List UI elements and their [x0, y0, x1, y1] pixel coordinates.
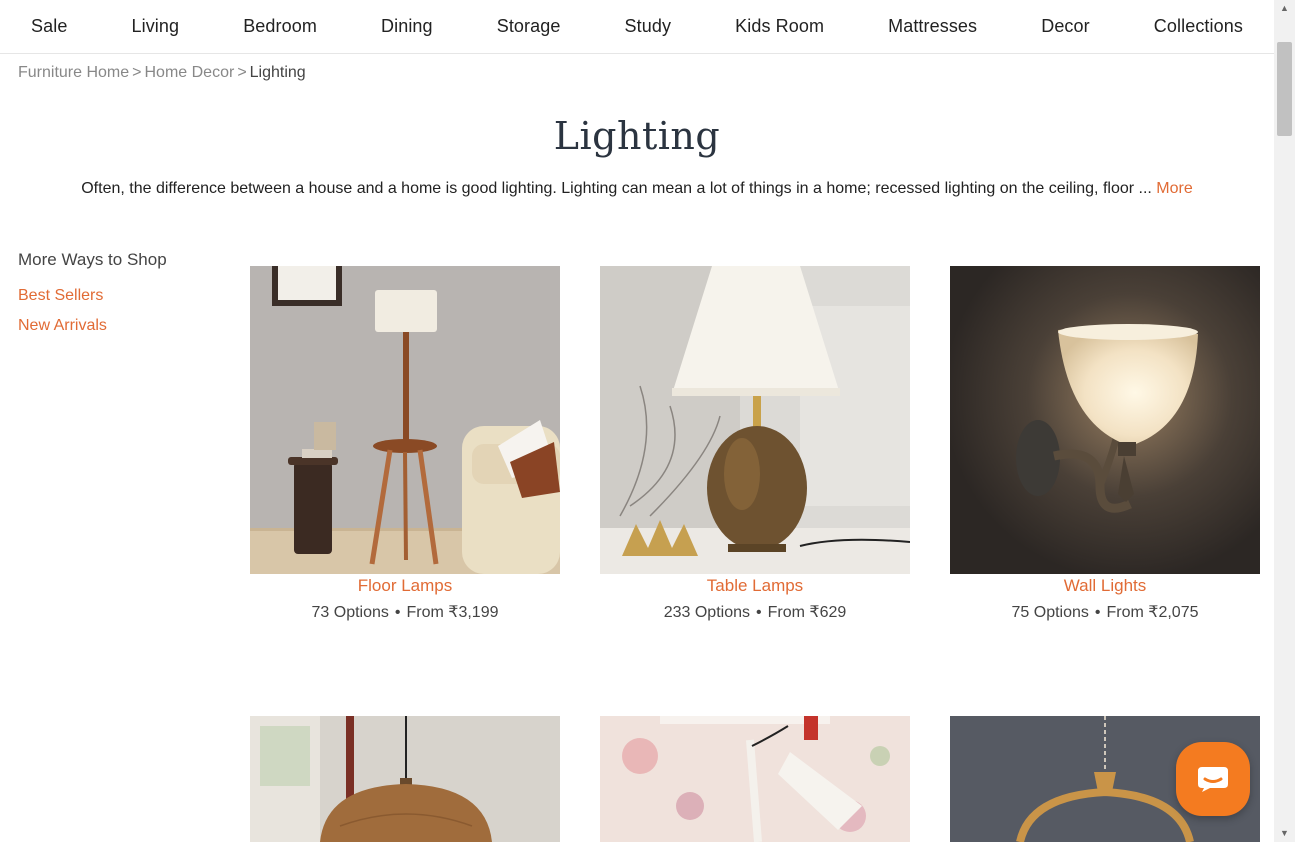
product-name[interactable]: Table Lamps	[600, 576, 910, 596]
product-card-table-lamps[interactable]: Table Lamps 233 Options • From ₹629	[600, 266, 910, 622]
description-text: Often, the difference between a house an…	[81, 180, 1157, 197]
product-name[interactable]: Wall Lights	[950, 576, 1260, 596]
product-meta: 73 Options • From ₹3,199	[250, 602, 560, 622]
page-description: Often, the difference between a house an…	[0, 180, 1274, 198]
product-price: From ₹629	[767, 604, 847, 621]
study-lamp-image[interactable]	[600, 716, 910, 842]
pendant-lamp-image[interactable]	[250, 716, 560, 842]
more-link[interactable]: More	[1156, 180, 1192, 197]
nav-item-study[interactable]: Study	[625, 16, 672, 37]
sidebar-heading: More Ways to Shop	[18, 250, 167, 269]
table-lamp-image[interactable]	[600, 266, 910, 574]
meta-dot: •	[394, 604, 401, 621]
meta-dot: •	[1094, 604, 1101, 621]
nav-item-kids-room[interactable]: Kids Room	[735, 16, 824, 37]
product-meta: 233 Options • From ₹629	[600, 602, 910, 622]
product-card-floor-lamps[interactable]: Floor Lamps 73 Options • From ₹3,199	[250, 266, 560, 622]
product-options: 75 Options	[1011, 604, 1089, 621]
chat-bubble-icon	[1198, 767, 1228, 792]
meta-dot: •	[756, 604, 762, 621]
product-name[interactable]: Floor Lamps	[250, 576, 560, 596]
floor-lamp-image[interactable]	[250, 266, 560, 574]
nav-item-living[interactable]: Living	[132, 16, 180, 37]
breadcrumb-home-decor[interactable]: Home Decor	[145, 64, 235, 81]
arrow-up-icon[interactable]: ▲	[1274, 0, 1295, 17]
page-title: Lighting	[553, 114, 721, 158]
nav-item-mattresses[interactable]: Mattresses	[888, 16, 977, 37]
product-price: From ₹3,199	[406, 604, 499, 621]
breadcrumb-separator: >	[237, 64, 247, 81]
product-meta: 75 Options • From ₹2,075	[950, 602, 1260, 622]
nav-item-bedroom[interactable]: Bedroom	[243, 16, 317, 37]
nav-item-decor[interactable]: Decor	[1041, 16, 1090, 37]
vertical-scrollbar[interactable]: ▲ ▼	[1274, 0, 1295, 842]
nav-item-storage[interactable]: Storage	[497, 16, 561, 37]
arrow-down-icon[interactable]: ▼	[1274, 825, 1295, 842]
product-card-wall-lights[interactable]: Wall Lights 75 Options • From ₹2,075	[950, 266, 1260, 622]
breadcrumb-current: Lighting	[249, 64, 306, 81]
breadcrumb-furniture-home[interactable]: Furniture Home	[18, 64, 129, 81]
product-card-pendant-lamp[interactable]	[250, 716, 560, 842]
sidebar: More Ways to Shop Best Sellers New Arriv…	[18, 250, 218, 347]
breadcrumb-separator: >	[132, 64, 142, 81]
product-price: From ₹2,075	[1106, 604, 1199, 621]
chat-button[interactable]	[1176, 742, 1250, 816]
breadcrumb: Furniture Home > Home Decor > Lighting	[18, 64, 306, 82]
sidebar-link-new-arrivals[interactable]: New Arrivals	[18, 317, 218, 335]
nav-item-sale[interactable]: Sale	[31, 16, 67, 37]
wall-light-image[interactable]	[950, 266, 1260, 574]
product-options: 73 Options	[311, 604, 389, 621]
sidebar-link-best-sellers[interactable]: Best Sellers	[18, 287, 218, 305]
product-options: 233 Options	[663, 604, 750, 621]
product-card-study-lamp[interactable]	[600, 716, 910, 842]
nav-item-dining[interactable]: Dining	[381, 16, 433, 37]
top-nav: Sale Living Bedroom Dining Storage Study…	[0, 0, 1274, 54]
scrollbar-thumb[interactable]	[1277, 42, 1292, 136]
nav-item-collections[interactable]: Collections	[1154, 16, 1243, 37]
